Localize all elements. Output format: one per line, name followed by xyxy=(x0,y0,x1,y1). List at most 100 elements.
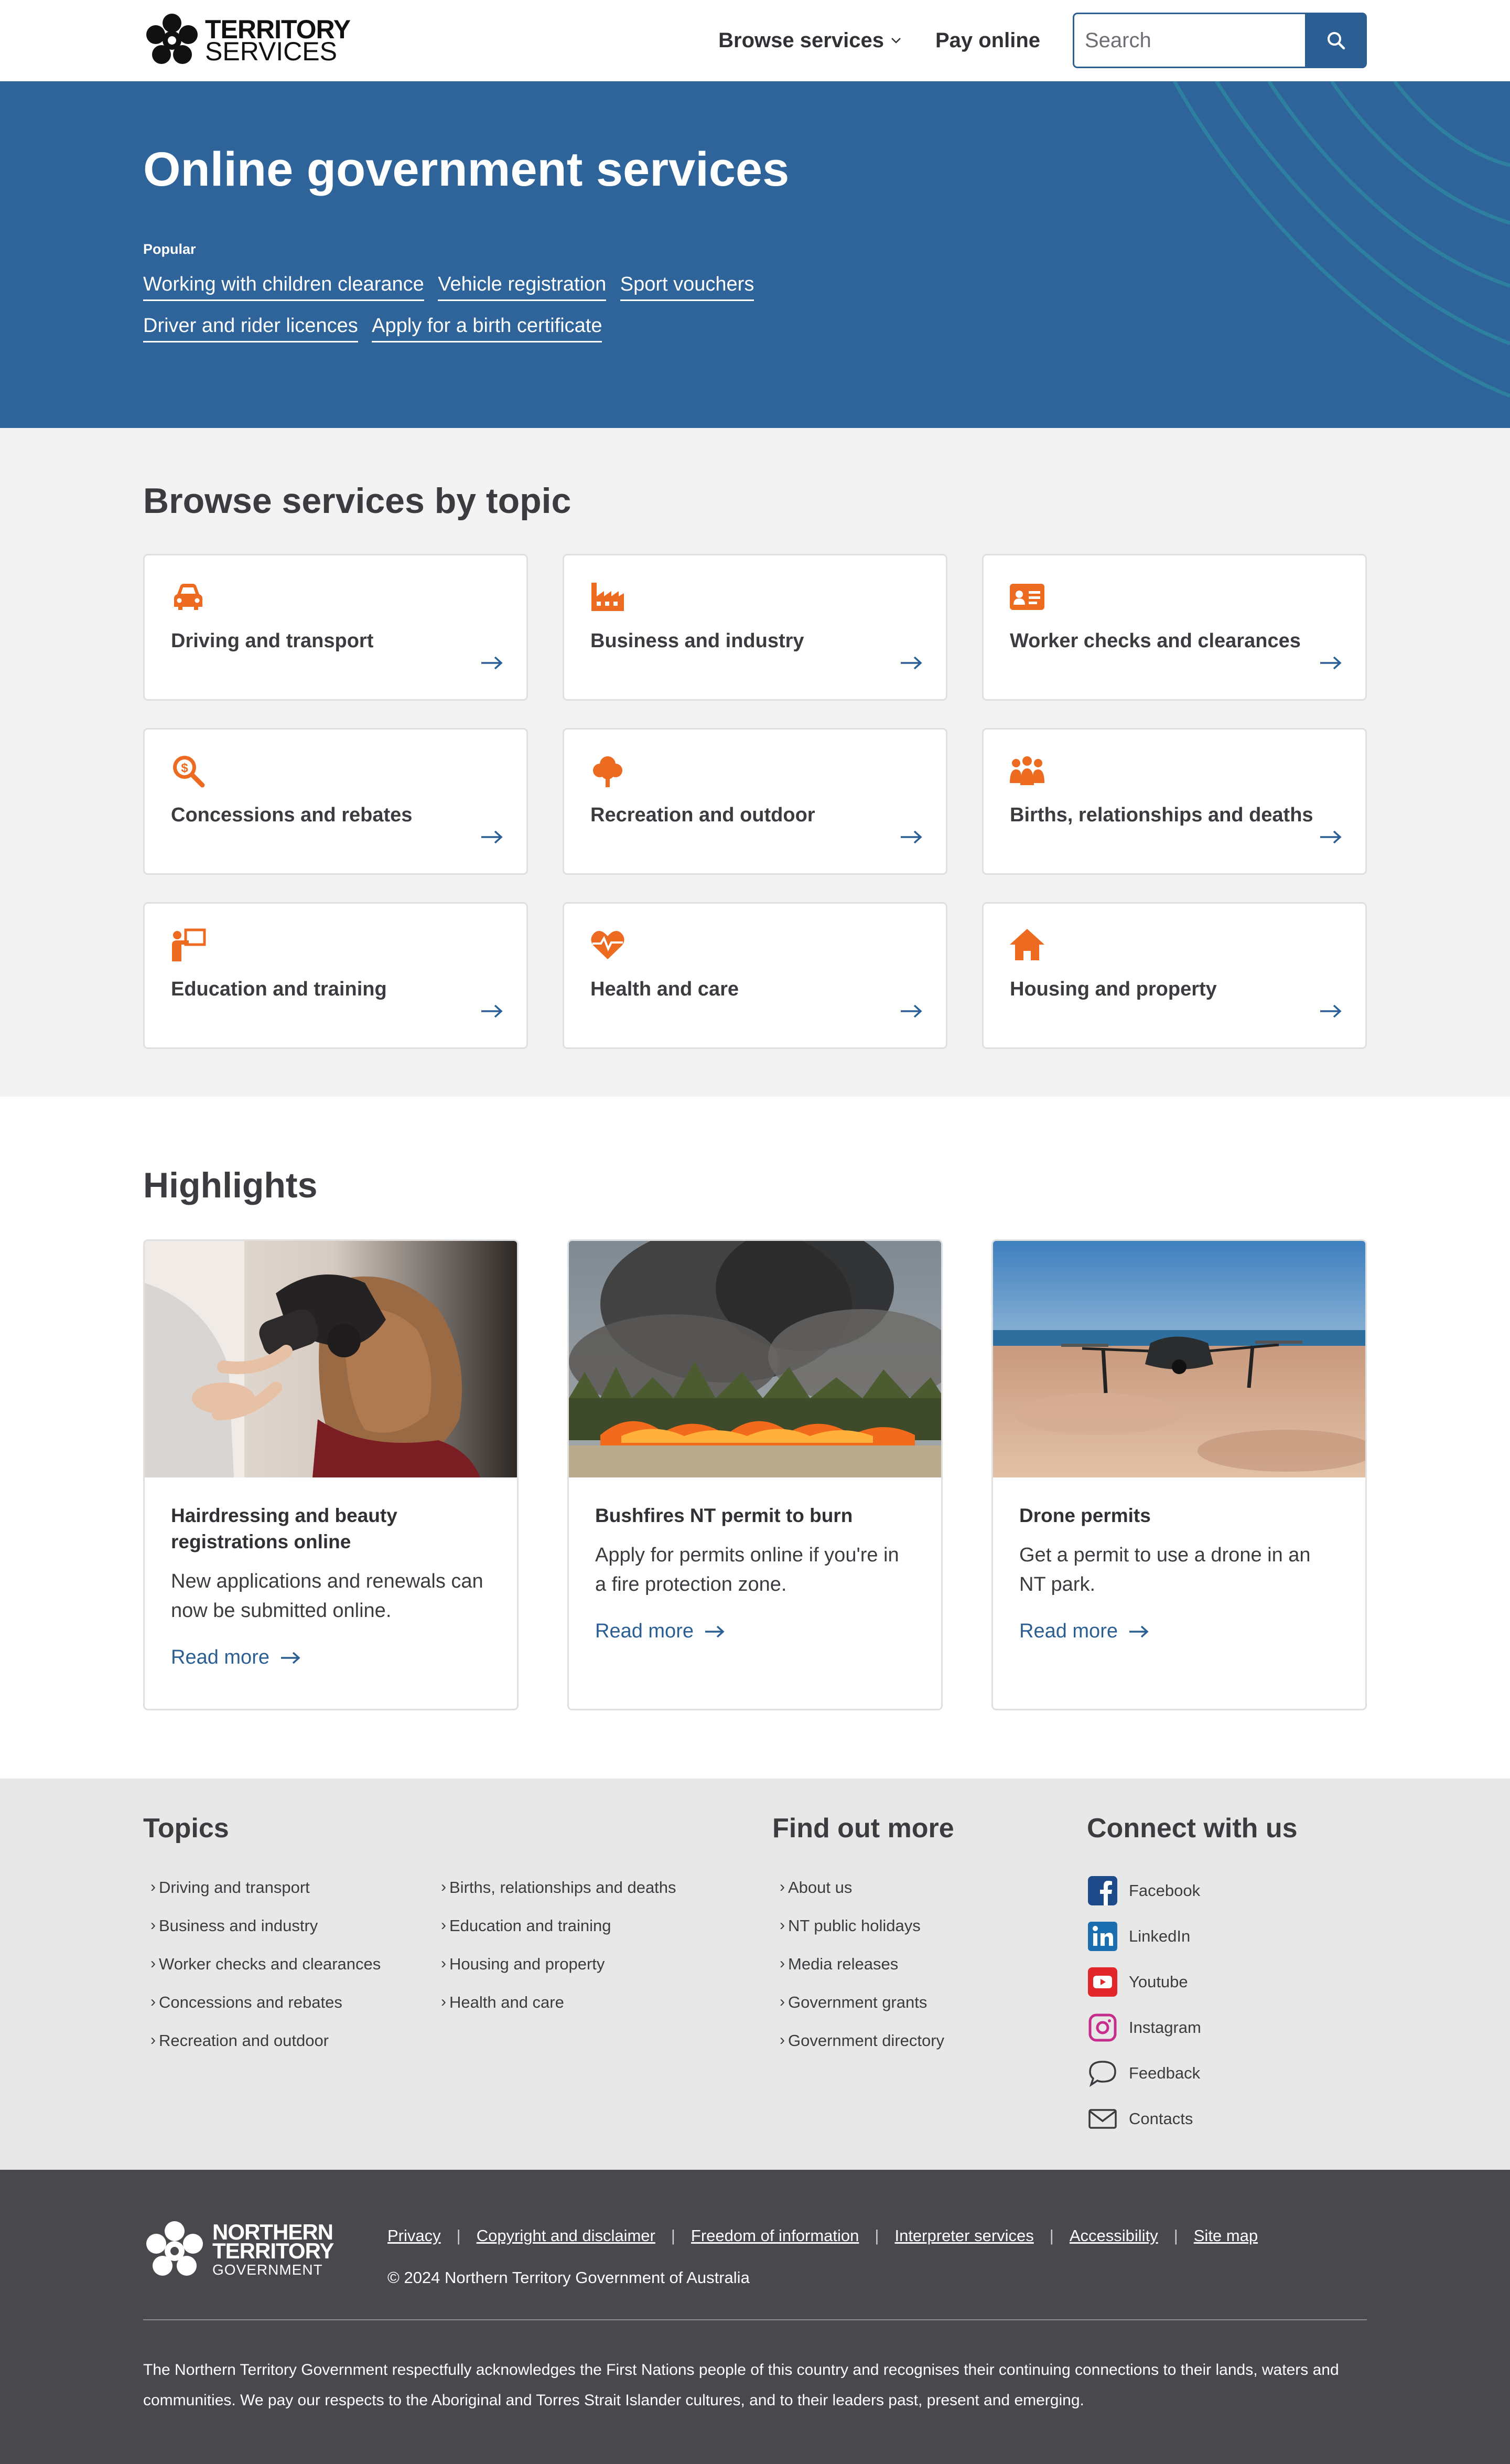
topic-card-concessions[interactable]: $ Concessions and rebates xyxy=(143,728,528,875)
popular-link-birth-certificate[interactable]: Apply for a birth certificate xyxy=(372,313,602,342)
arrow-right-icon xyxy=(481,656,503,670)
arrow-right-icon xyxy=(901,656,922,670)
highlight-card-drones[interactable]: Drone permits Get a permit to use a dron… xyxy=(991,1239,1367,1710)
browse-topics-title: Browse services by topic xyxy=(143,481,571,521)
footer-link[interactable]: › Government directory xyxy=(780,2031,944,2070)
footer-link[interactable]: › Worker checks and clearances xyxy=(150,1955,381,1993)
footer-link[interactable]: › Driving and transport xyxy=(150,1878,381,1916)
highlight-description: Get a permit to use a drone in an NT par… xyxy=(1019,1544,1311,1595)
teacher-icon xyxy=(172,928,206,961)
topic-card-business[interactable]: Business and industry xyxy=(563,554,947,701)
popular-link-sport-vouchers[interactable]: Sport vouchers xyxy=(620,271,754,301)
footer-link[interactable]: › Business and industry xyxy=(150,1916,381,1955)
topic-label: Business and industry xyxy=(590,630,804,652)
topic-grid: Driving and transport Business and indus… xyxy=(143,554,1367,1049)
arrow-right-icon xyxy=(281,1652,300,1664)
factory-icon xyxy=(591,583,624,611)
social-link-feedback[interactable]: Feedback xyxy=(1087,2050,1201,2096)
social-label: LinkedIn xyxy=(1129,1926,1191,1945)
footer-link[interactable]: › Concessions and rebates xyxy=(150,1993,381,2031)
nt-government-logo[interactable]: NORTHERN TERRITORY GOVERNMENT xyxy=(143,2220,334,2283)
read-more-label: Read more xyxy=(595,1620,694,1642)
topic-card-driving[interactable]: Driving and transport xyxy=(143,554,528,701)
social-link-linkedin[interactable]: LinkedIn xyxy=(1087,1913,1201,1959)
topic-card-education[interactable]: Education and training xyxy=(143,902,528,1049)
people-icon xyxy=(1010,756,1044,785)
social-label: Feedback xyxy=(1129,2063,1201,2082)
separator: | xyxy=(1173,2226,1178,2245)
topic-card-births[interactable]: Births, relationships and deaths xyxy=(982,728,1367,875)
highlights-section: Highlights Hairdressing and beauty regis… xyxy=(0,1097,1510,1779)
footer-link[interactable]: › Births, relationships and deaths xyxy=(441,1878,676,1916)
footer-link[interactable]: › Recreation and outdoor xyxy=(150,2031,381,2070)
footer-topics-col2: › Births, relationships and deaths › Educa… xyxy=(441,1878,676,2031)
social-link-youtube[interactable]: Youtube xyxy=(1087,1959,1201,2005)
popular-link-vehicle-registration[interactable]: Vehicle registration xyxy=(438,271,607,301)
accessibility-link[interactable]: Accessibility xyxy=(1070,2226,1158,2245)
read-more-label: Read more xyxy=(171,1646,269,1668)
footer-link[interactable]: › About us xyxy=(780,1878,944,1916)
pay-online-link[interactable]: Pay online xyxy=(935,29,1040,52)
privacy-link[interactable]: Privacy xyxy=(387,2226,441,2245)
read-more-link[interactable]: Read more xyxy=(595,1620,915,1643)
browse-topics-section: Browse services by topic Driving and tra… xyxy=(0,428,1510,1097)
topic-label: Housing and property xyxy=(1010,978,1217,1000)
sitemap-link[interactable]: Site map xyxy=(1194,2226,1258,2245)
search-button[interactable] xyxy=(1305,13,1367,68)
svg-text:$: $ xyxy=(181,761,188,775)
car-icon xyxy=(174,584,202,610)
topic-card-housing[interactable]: Housing and property xyxy=(982,902,1367,1049)
footer-find-title: Find out more xyxy=(772,1813,954,1844)
highlight-title: Bushfires NT permit to burn xyxy=(595,1505,853,1526)
id-card-icon xyxy=(1010,584,1044,610)
foi-link[interactable]: Freedom of information xyxy=(691,2226,859,2245)
chevron-down-icon xyxy=(891,38,901,44)
highlight-card-hairdressing[interactable]: Hairdressing and beauty registrations on… xyxy=(143,1239,519,1710)
social-label: Instagram xyxy=(1129,2018,1201,2037)
house-icon xyxy=(1010,929,1044,960)
browse-services-menu[interactable]: Browse services xyxy=(718,29,903,52)
hairdressing-image xyxy=(145,1241,517,1477)
topic-card-health[interactable]: Health and care xyxy=(563,902,947,1049)
logo-line-services: SERVICES xyxy=(205,37,337,66)
footer-link[interactable]: › Government grants xyxy=(780,1993,944,2031)
separator: | xyxy=(671,2226,675,2245)
popular-link-driver-licences[interactable]: Driver and rider licences xyxy=(143,313,358,342)
speech-bubble-icon xyxy=(1089,2060,1116,2087)
hero-banner: Online government services Popular Worki… xyxy=(0,81,1510,428)
highlight-card-bushfires[interactable]: Bushfires NT permit to burn Apply for pe… xyxy=(567,1239,943,1710)
read-more-link[interactable]: Read more xyxy=(1019,1620,1339,1643)
dollar-search-icon: $ xyxy=(173,756,205,788)
read-more-link[interactable]: Read more xyxy=(171,1646,491,1669)
popular-link-driver-licences-text: Driver and rider licences xyxy=(143,315,358,337)
social-link-facebook[interactable]: Facebook xyxy=(1087,1868,1201,1913)
popular-link-children-clearance[interactable]: Working with children clearance xyxy=(143,271,424,301)
footer-connect-title: Connect with us xyxy=(1087,1813,1298,1844)
interpreter-link[interactable]: Interpreter services xyxy=(894,2226,1033,2245)
search-input[interactable] xyxy=(1073,13,1305,68)
arrow-right-icon xyxy=(1320,1004,1342,1018)
topic-label: Health and care xyxy=(590,978,739,1000)
footer-link[interactable]: › Education and training xyxy=(441,1916,676,1955)
footer-link[interactable]: › Media releases xyxy=(780,1955,944,1993)
highlight-title: Hairdressing and beauty registrations on… xyxy=(171,1505,397,1552)
envelope-icon xyxy=(1088,2108,1117,2129)
footer-topics-title: Topics xyxy=(143,1813,229,1844)
footer-links-section: Topics › Driving and transport › Business … xyxy=(0,1779,1510,2170)
copyright-link[interactable]: Copyright and disclaimer xyxy=(477,2226,655,2245)
separator: | xyxy=(456,2226,461,2245)
footer-link[interactable]: › Housing and property xyxy=(441,1955,676,1993)
legal-links: Privacy | Copyright and disclaimer | Fre… xyxy=(387,2226,1258,2245)
highlight-title: Drone permits xyxy=(1019,1505,1151,1526)
arrow-right-icon xyxy=(481,1004,503,1018)
social-link-instagram[interactable]: Instagram xyxy=(1087,2005,1201,2050)
territory-services-logo[interactable]: TERRITORY SERVICES xyxy=(143,12,351,69)
hero-title: Online government services xyxy=(143,143,790,196)
topic-card-recreation[interactable]: Recreation and outdoor xyxy=(563,728,947,875)
topic-label: Recreation and outdoor xyxy=(590,804,815,826)
social-link-contacts[interactable]: Contacts xyxy=(1087,2096,1201,2141)
footer-link[interactable]: › Health and care xyxy=(441,1993,676,2031)
topic-card-worker-checks[interactable]: Worker checks and clearances xyxy=(982,554,1367,701)
footer-link[interactable]: › NT public holidays xyxy=(780,1916,944,1955)
social-label: Facebook xyxy=(1129,1881,1201,1900)
